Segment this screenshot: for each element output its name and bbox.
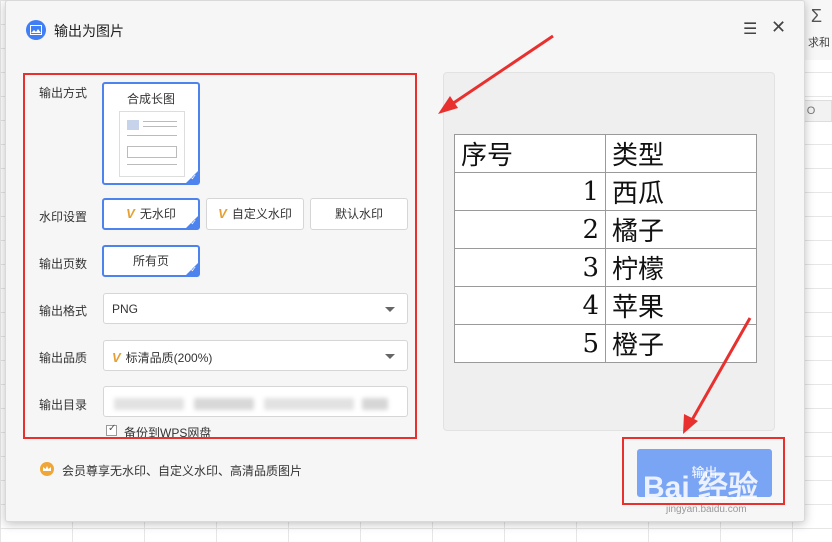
table-row: 3 柠檬 (454, 248, 757, 287)
close-icon[interactable]: ✕ (771, 17, 786, 38)
table-header-row: 序号 类型 (454, 134, 757, 173)
output-quality-value: 标清品质(200%) (125, 351, 213, 365)
check-icon: ✓ (190, 173, 197, 182)
vip-icon: V (126, 206, 135, 221)
table-row: 5 橙子 (454, 324, 757, 363)
sum-icon[interactable]: Σ (811, 6, 822, 27)
option-long-image-label: 合成长图 (126, 92, 175, 106)
output-pages-label: 输出页数 (39, 257, 88, 271)
vip-icon: V (218, 206, 227, 221)
option-custom-watermark-label: 自定义水印 (231, 207, 292, 221)
table-row: 2 橘子 (454, 210, 757, 249)
option-no-watermark-label: 无水印 (139, 207, 176, 221)
preview-table: 序号 类型 1 西瓜 2 橘子 3 柠檬 4 苹果 5 橙子 (454, 134, 757, 363)
output-directory-label: 输出目录 (39, 398, 88, 412)
cell-type: 橙子 (605, 324, 757, 363)
title-bar: 输出为图片 ☰ ✕ (6, 1, 804, 59)
table-row: 4 苹果 (454, 286, 757, 325)
backup-label: 备份到WPS网盘 (124, 426, 212, 440)
sum-label[interactable]: 求和 (808, 34, 830, 50)
output-format-label: 输出格式 (39, 304, 88, 318)
option-default-watermark[interactable]: 默认水印 (310, 198, 408, 230)
dialog-title: 输出为图片 (54, 23, 124, 39)
cell-seq: 1 (454, 172, 606, 211)
image-icon (26, 20, 46, 40)
crown-icon (40, 462, 54, 476)
baidu-watermark-logo: Bai 经验 (643, 471, 759, 504)
output-directory-input[interactable] (103, 386, 408, 417)
vip-icon: V (112, 350, 121, 365)
cell-seq: 4 (454, 286, 606, 325)
output-quality-select[interactable]: V 标清品质(200%) (103, 340, 408, 371)
baidu-watermark-url: jingyan.baidu.com (666, 504, 747, 515)
check-icon: ✓ (190, 218, 197, 227)
long-image-thumbnail (119, 111, 185, 177)
chevron-down-icon (385, 354, 395, 359)
header-type: 类型 (605, 134, 757, 173)
output-mode-label: 输出方式 (39, 86, 88, 100)
chevron-down-icon (385, 307, 395, 312)
output-quality-label: 输出品质 (39, 351, 88, 365)
cell-seq: 5 (454, 324, 606, 363)
table-row: 1 西瓜 (454, 172, 757, 211)
preview-panel: 序号 类型 1 西瓜 2 橘子 3 柠檬 4 苹果 5 橙子 (443, 72, 775, 431)
cell-type: 柠檬 (605, 248, 757, 287)
cell-seq: 3 (454, 248, 606, 287)
option-default-watermark-label: 默认水印 (334, 207, 383, 221)
header-seq: 序号 (454, 134, 606, 173)
backup-checkbox[interactable]: ✓ (106, 423, 117, 436)
cell-type: 橘子 (605, 210, 757, 249)
cell-seq: 2 (454, 210, 606, 249)
option-all-pages[interactable]: 所有页 ✓ (102, 245, 200, 277)
option-long-image[interactable]: 合成长图 ✓ (102, 82, 200, 185)
option-custom-watermark[interactable]: V 自定义水印 (206, 198, 304, 230)
export-image-dialog: 输出为图片 ☰ ✕ 输出方式 合成长图 ✓ 水印设置 V 无水印 ✓ V 自定义水印… (5, 0, 805, 522)
cell-type: 苹果 (605, 286, 757, 325)
option-no-watermark[interactable]: V 无水印 ✓ (102, 198, 200, 230)
cell-type: 西瓜 (605, 172, 757, 211)
output-format-select[interactable]: PNG (103, 293, 408, 324)
check-icon: ✓ (190, 265, 197, 274)
watermark-label: 水印设置 (39, 210, 88, 224)
menu-icon[interactable]: ☰ (743, 19, 757, 39)
option-all-pages-label: 所有页 (132, 254, 169, 268)
member-note[interactable]: 会员尊享无水印、自定义水印、高清品质图片 (62, 462, 302, 479)
output-format-value: PNG (112, 302, 139, 316)
